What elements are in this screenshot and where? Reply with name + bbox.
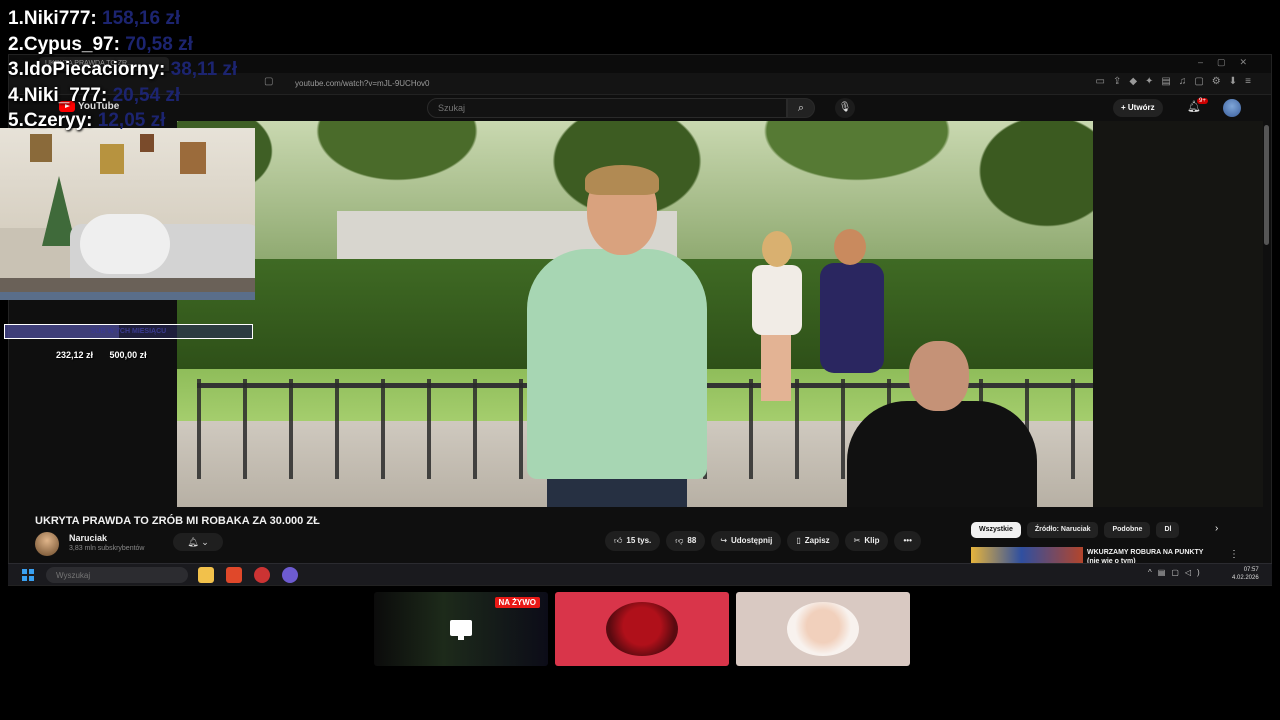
- chip-related[interactable]: Podobne: [1104, 522, 1151, 538]
- scissors-icon: ✂: [853, 536, 861, 545]
- brave-browser-icon[interactable]: [226, 567, 242, 583]
- clip-button[interactable]: ✂ Klip: [844, 531, 889, 551]
- goal-current: 232,12 zł: [56, 350, 94, 360]
- subscribed-bell-button[interactable]: 🔔︎ ⌄: [173, 533, 223, 551]
- windows-taskbar: ^▤▢◁) 07:57 4.02.2026: [8, 563, 1272, 585]
- taskbar-apps: [198, 567, 298, 583]
- leaderboard-row: 1.Niki777: 158,16 zł: [8, 8, 237, 34]
- account-avatar[interactable]: [1223, 99, 1241, 117]
- microphone-icon[interactable]: 🎙︎: [835, 98, 855, 118]
- leaderboard-name: IdoPiecaciorny:: [23, 59, 166, 80]
- save-button[interactable]: ▯ Zapisz: [787, 531, 839, 551]
- donation-goal-amounts: 232,12 zł 500,00 zł: [56, 350, 161, 360]
- like-button[interactable]: 👍︎ 15 tys.: [605, 531, 661, 551]
- goal-target: 500,00 zł: [109, 350, 147, 360]
- like-count: 15 tys.: [626, 536, 652, 545]
- streamer-avatar-red: [606, 602, 678, 656]
- leaderboard-rank: 5.: [8, 110, 24, 131]
- clock-date: 4.02.2026: [1232, 575, 1259, 581]
- recommended-thumbnail[interactable]: [971, 547, 1083, 563]
- bookmark-save-icon: ▯: [796, 536, 801, 545]
- stream-card-light[interactable]: [736, 592, 910, 666]
- donor-leaderboard: 1.Niki777: 158,16 zł 2.Cypus_97: 70,58 zł…: [8, 8, 237, 136]
- leaderboard-name: Czeryy:: [23, 110, 93, 131]
- more-actions-button[interactable]: •••: [894, 531, 921, 551]
- leaderboard-amount: 12,05 zł: [97, 110, 166, 131]
- app-icon-red[interactable]: [254, 567, 270, 583]
- webcam-overlay: [0, 128, 255, 300]
- monitor-icon: [450, 620, 472, 640]
- url-field[interactable]: youtube.com/watch?v=mJL-9UCHov0: [287, 76, 897, 92]
- streamer-avatar-face: [787, 602, 859, 656]
- video-player[interactable]: [177, 121, 1093, 507]
- recommendation-chips: Wszystkie Źródło: Naruciak Podobne Dl: [971, 522, 1180, 538]
- leaderboard-name: Niki777:: [23, 8, 97, 29]
- channel-subscribers: 3,83 mln subskrybentów: [69, 545, 145, 552]
- leaderboard-rank: 3.: [8, 59, 24, 80]
- leaderboard-amount: 158,16 zł: [102, 8, 181, 29]
- leaderboard-row: 5.Czeryy: 12,05 zł: [8, 110, 237, 136]
- chip-source[interactable]: Źródło: Naruciak: [1026, 522, 1099, 538]
- thumbs-down-icon: 👎︎: [675, 536, 684, 545]
- taskbar-search-input[interactable]: [46, 567, 188, 583]
- notification-badge: 9+: [1197, 98, 1208, 104]
- share-icon: ↪: [720, 536, 728, 545]
- discord-icon[interactable]: [282, 567, 298, 583]
- clip-label: Klip: [864, 536, 880, 545]
- leaderboard-rank: 1.: [8, 8, 24, 29]
- share-button[interactable]: ↪ Udostępnij: [711, 531, 782, 551]
- channel-name[interactable]: Naruciak: [69, 533, 107, 543]
- channel-avatar[interactable]: [35, 532, 59, 556]
- taskbar-clock[interactable]: 07:57 4.02.2026: [1232, 566, 1259, 582]
- leaderboard-row: 4.Niki_777: 20,54 zł: [8, 85, 237, 111]
- video-man-on-phone: [507, 165, 727, 507]
- video-title: UKRYTA PRAWDA TO ZRÓB MI ROBAKA ZA 30.00…: [35, 515, 320, 527]
- browser-toolbar-icons[interactable]: ▭⇪◆✦▤♫▢⚙⬇≡: [1096, 76, 1259, 87]
- chip-all[interactable]: Wszystkie: [971, 522, 1021, 538]
- leaderboard-name: Cypus_97:: [23, 33, 120, 55]
- stream-card-screen[interactable]: NA ŻYWO: [374, 592, 548, 666]
- leaderboard-amount: 70,58 zł: [125, 33, 193, 55]
- create-label: Utwórz: [1127, 103, 1155, 112]
- leaderboard-rank: 4.: [8, 84, 24, 106]
- share-label: Udostępnij: [731, 536, 773, 545]
- wall-pictures: [30, 134, 220, 184]
- sign-language-interpreter: [847, 341, 1047, 507]
- stream-card-red[interactable]: [555, 592, 729, 666]
- chevron-right-icon[interactable]: ›: [1215, 523, 1218, 534]
- leaderboard-amount: 38,11 zł: [170, 59, 238, 80]
- video-woman-blonde: [747, 231, 807, 401]
- thumbs-up-icon: 👍︎: [614, 536, 623, 545]
- clock-time: 07:57: [1243, 567, 1259, 573]
- bookmark-icon[interactable]: ▢: [264, 76, 273, 87]
- side-panel: [1093, 121, 1263, 507]
- video-actions: 👍︎ 15 tys. 👎︎ 88 ↪ Udostępnij ▯ Zapisz ✂ Klip…: [605, 531, 921, 551]
- leaderboard-name: Niki_777:: [23, 84, 108, 106]
- page-scrollbar[interactable]: [1264, 125, 1269, 245]
- donation-goal-bar: SUB W 7CH MIESIĄCU: [4, 324, 253, 339]
- file-explorer-icon[interactable]: [198, 567, 214, 583]
- windows-start-icon[interactable]: [22, 569, 34, 581]
- leaderboard-amount: 20,54 zł: [112, 84, 181, 106]
- chip-more[interactable]: Dl: [1156, 522, 1180, 538]
- stream-previews: NA ŻYWO: [374, 592, 910, 666]
- live-badge: NA ŻYWO: [494, 597, 540, 608]
- search-input[interactable]: [427, 98, 787, 118]
- create-button[interactable]: + Utwórz: [1113, 99, 1163, 117]
- save-label: Zapisz: [804, 536, 830, 545]
- leaderboard-rank: 2.: [8, 33, 24, 55]
- dislike-count: 88: [687, 536, 697, 545]
- person-under-blanket: [80, 214, 170, 274]
- dislike-button[interactable]: 👎︎ 88: [666, 531, 706, 551]
- search-icon[interactable]: ⌕: [787, 98, 815, 118]
- window-controls[interactable]: –▢✕: [1198, 57, 1261, 68]
- leaderboard-row: 3.IdoPiecaciorny: 38,11 zł: [8, 59, 237, 85]
- system-tray-icons[interactable]: ^▤▢◁): [1148, 568, 1206, 577]
- kebab-menu-icon[interactable]: ⋮: [1229, 549, 1239, 560]
- donation-goal-label: SUB W 7CH MIESIĄCU: [90, 328, 167, 335]
- leaderboard-row: 2.Cypus_97: 70,58 zł: [8, 34, 237, 60]
